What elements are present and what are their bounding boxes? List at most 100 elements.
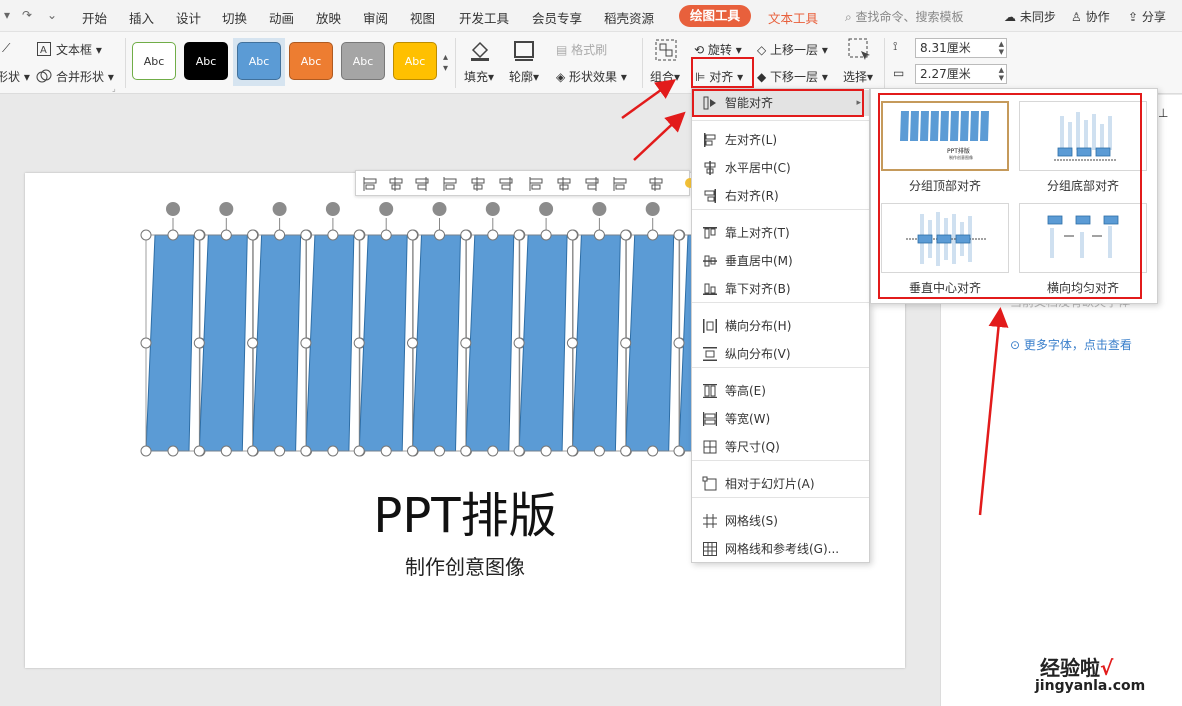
rotate-handle-icon[interactable] bbox=[323, 200, 342, 218]
toolbar-relative-slide-icon[interactable] bbox=[612, 176, 628, 192]
resize-handle[interactable] bbox=[274, 229, 286, 241]
resize-handle[interactable] bbox=[673, 337, 685, 349]
menu-item-align-left[interactable]: 左对齐(L) bbox=[692, 127, 869, 153]
resize-handle[interactable] bbox=[460, 445, 472, 457]
menu-item-same-height[interactable]: 等高(E) bbox=[692, 378, 869, 404]
pin-icon[interactable]: ⊥ bbox=[1158, 106, 1168, 120]
collab-button[interactable]: ♙ 协作 bbox=[1071, 8, 1110, 25]
rotate-handle-icon[interactable] bbox=[483, 200, 502, 218]
outline-icon[interactable] bbox=[513, 40, 535, 65]
menu-item-gridlines[interactable]: 网格线(S) bbox=[692, 508, 869, 534]
rotate-handle-icon[interactable] bbox=[164, 200, 182, 218]
fill-button[interactable]: 填充▾ bbox=[464, 68, 494, 85]
resize-handle[interactable] bbox=[407, 445, 418, 457]
resize-handle[interactable] bbox=[673, 445, 685, 457]
toolbar-group-icon[interactable] bbox=[648, 176, 664, 192]
resize-handle[interactable] bbox=[247, 337, 259, 349]
search-input[interactable]: ⌕ 查找命令、搜索模板 bbox=[845, 8, 964, 25]
resize-handle[interactable] bbox=[593, 445, 605, 457]
resize-handle[interactable] bbox=[513, 445, 525, 457]
toolbar-distribute-vertical-icon[interactable] bbox=[556, 176, 572, 192]
resize-handle[interactable] bbox=[327, 229, 339, 241]
resize-handle[interactable] bbox=[193, 445, 205, 457]
resize-handle[interactable] bbox=[620, 229, 632, 241]
blue-bar-shape[interactable] bbox=[145, 234, 195, 452]
merge-shape-button[interactable]: 合并形状 ▾ bbox=[36, 68, 114, 85]
resize-handle[interactable] bbox=[593, 229, 605, 241]
tab-design[interactable]: 设计 bbox=[176, 8, 201, 27]
shape-style-swatch[interactable]: Abc bbox=[341, 42, 385, 80]
height-spinner[interactable]: ▲ ▼ bbox=[999, 40, 1004, 56]
menu-item-align-bottom[interactable]: 靠下对齐(B) bbox=[692, 276, 869, 302]
send-backward-button[interactable]: ◆ 下移一层 ▾ bbox=[757, 68, 828, 85]
resize-handle[interactable] bbox=[220, 445, 232, 457]
shape-style-swatch[interactable]: Abc bbox=[184, 42, 228, 80]
resize-handle[interactable] bbox=[407, 229, 418, 241]
menu-item-same-width[interactable]: 等宽(W) bbox=[692, 406, 869, 432]
rotate-handle-icon[interactable] bbox=[537, 200, 556, 218]
customize-toolbar-icon[interactable]: ⌄ bbox=[47, 8, 57, 22]
resize-handle[interactable] bbox=[380, 445, 392, 457]
textbox-button[interactable]: A 文本框 ▾ bbox=[36, 41, 102, 58]
more-fonts-link[interactable]: ⊙ 更多字体，点击查看 bbox=[1010, 336, 1132, 353]
menu-item-align-middle[interactable]: 垂直居中(M) bbox=[692, 248, 869, 274]
resize-handle[interactable] bbox=[487, 445, 499, 457]
shape-effect-button[interactable]: ◈ 形状效果 ▾ bbox=[556, 68, 627, 85]
tab-insert[interactable]: 插入 bbox=[129, 8, 154, 27]
blue-bar-shape[interactable] bbox=[625, 234, 675, 452]
resize-handle[interactable] bbox=[673, 229, 685, 241]
resize-handle[interactable] bbox=[434, 229, 445, 241]
resize-handle[interactable] bbox=[380, 229, 392, 241]
tab-developer[interactable]: 开发工具 bbox=[459, 8, 509, 27]
resize-handle[interactable] bbox=[487, 229, 499, 241]
resize-handle[interactable] bbox=[540, 445, 552, 457]
resize-handle[interactable] bbox=[167, 445, 179, 457]
resize-handle[interactable] bbox=[247, 229, 259, 241]
group-icon[interactable] bbox=[655, 39, 677, 64]
shape-button[interactable]: 形状 ▾ bbox=[0, 68, 30, 85]
toolbar-distribute-center-icon[interactable] bbox=[584, 176, 600, 192]
group-button[interactable]: 组合▾ bbox=[650, 68, 680, 85]
resize-handle[interactable] bbox=[513, 229, 525, 241]
toolbar-align-top-icon[interactable] bbox=[442, 176, 458, 192]
toolbar-distribute-horizontal-icon[interactable] bbox=[528, 176, 544, 192]
tab-animation[interactable]: 动画 bbox=[269, 8, 294, 27]
height-input[interactable]: 8.31厘米 ▲ ▼ bbox=[915, 38, 1007, 58]
resize-handle[interactable] bbox=[647, 229, 659, 241]
menu-item-gridlines-guides[interactable]: 网格线和参考线(G)... bbox=[692, 536, 869, 562]
sync-status[interactable]: ☁ 未同步 bbox=[1004, 8, 1056, 25]
toolbar-align-bottom-icon[interactable] bbox=[498, 176, 514, 192]
menu-item-relative-to-slide[interactable]: 相对于幻灯片(A) bbox=[692, 471, 869, 497]
tab-drawing-tools[interactable]: 绘图工具 bbox=[679, 5, 751, 27]
resize-handle[interactable] bbox=[460, 337, 472, 349]
menu-item-align-center[interactable]: 水平居中(C) bbox=[692, 155, 869, 181]
resize-handle[interactable] bbox=[407, 337, 418, 349]
blue-bar-shape[interactable] bbox=[411, 234, 462, 452]
blue-bar-shape[interactable] bbox=[305, 234, 355, 452]
resize-handle[interactable] bbox=[167, 229, 179, 241]
rotate-handle-icon[interactable] bbox=[217, 200, 236, 218]
redo-icon[interactable]: ↷ bbox=[22, 8, 32, 22]
bring-forward-button[interactable]: ◇ 上移一层 ▾ bbox=[757, 41, 828, 58]
shape-style-swatch[interactable]: Abc bbox=[237, 42, 281, 80]
select-button[interactable]: 选择▾ bbox=[843, 68, 873, 85]
resize-handle[interactable] bbox=[220, 229, 232, 241]
resize-handle[interactable] bbox=[460, 229, 472, 241]
shape-style-swatch[interactable]: Abc bbox=[393, 42, 437, 80]
blue-bar-shape[interactable] bbox=[465, 234, 515, 452]
resize-handle[interactable] bbox=[274, 445, 286, 457]
resize-handle[interactable] bbox=[327, 445, 339, 457]
rotate-handle-icon[interactable] bbox=[643, 200, 662, 218]
resize-handle[interactable] bbox=[513, 337, 525, 349]
format-painter-button[interactable]: ▤ 格式刷 bbox=[556, 41, 607, 58]
resize-handle[interactable] bbox=[566, 337, 578, 349]
rotate-handle-icon[interactable] bbox=[590, 200, 609, 218]
blue-bar-shape[interactable] bbox=[518, 234, 568, 452]
rotate-handle-icon[interactable] bbox=[270, 200, 289, 218]
blue-bar-shape[interactable] bbox=[358, 234, 408, 452]
rotate-handle-icon[interactable] bbox=[430, 200, 449, 218]
resize-handle[interactable] bbox=[620, 337, 632, 349]
fill-icon[interactable] bbox=[468, 38, 492, 65]
shape-edit-icon[interactable]: ⟋ bbox=[2, 41, 10, 56]
gallery-more-icon[interactable]: ▴ ▾ bbox=[443, 52, 448, 74]
